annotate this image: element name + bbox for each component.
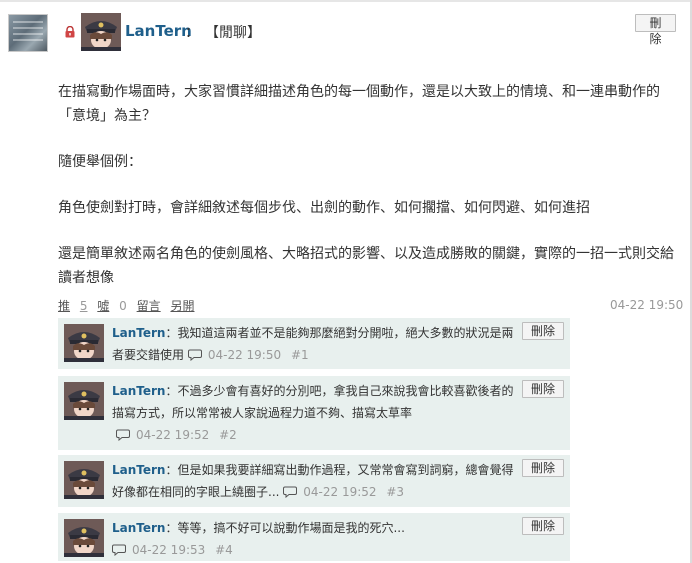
reply-content: ：等等，搞不好可以說動作場面是我的死穴...: [165, 521, 405, 535]
boo-count: 0: [119, 299, 127, 313]
reply-floor: #1: [290, 348, 309, 362]
reply-timestamp: 04-22 19:52: [136, 428, 210, 442]
comment-bubble-icon[interactable]: [283, 486, 298, 498]
avatar[interactable]: [64, 324, 104, 362]
delete-reply-button[interactable]: 刪除: [522, 322, 564, 340]
page-top-border: [0, 0, 692, 2]
reply-text: LanTern：但是如果我要詳細寫出動作過程，又常常會寫到詞窮，總會覺得好像都在…: [112, 459, 517, 503]
reply-item: LanTern：等等，搞不好可以說動作場面是我的死穴... 04-22 19:5…: [58, 513, 570, 561]
reply-author[interactable]: LanTern: [112, 384, 165, 398]
reply-content: ：我知道這兩者並不是能夠那麼絕對分開啦，絕大多數的狀況是兩者要交錯使用: [112, 326, 514, 362]
boo-button[interactable]: 噓: [97, 299, 109, 313]
post-paragraph: 在描寫動作場面時，大家習慣詳細描述角色的每一個動作，還是以大致上的情境、和一連串…: [58, 84, 660, 124]
reply-text: LanTern：不過多少會有喜好的分別吧，拿我自己來說我會比較喜歡後者的描寫方式…: [112, 380, 517, 446]
push-count[interactable]: 5: [80, 299, 88, 313]
reply-meta: 04-22 19:52 #3: [283, 485, 404, 499]
reply-item: LanTern：我知道這兩者並不是能夠那麼絕對分開啦，絕大多數的狀況是兩者要交錯…: [58, 318, 570, 369]
post-paragraph: 還是簡單敘述兩名角色的使劍風格、大略招式的影響、以及造成勝敗的關鍵，實際的一招一…: [58, 246, 674, 286]
reply-timestamp: 04-22 19:53: [132, 543, 206, 557]
delete-reply-button[interactable]: 刪除: [522, 380, 564, 398]
post-paragraph: 角色使劍對打時，會詳細敘述每個步伐、出劍的動作、如何擱擋、如何閃避、如何進招: [58, 200, 590, 216]
reply-meta: 04-22 19:52 #2: [116, 428, 237, 442]
reply-meta: 04-22 19:53 #4: [112, 543, 233, 557]
author-name[interactable]: LanTern: [125, 22, 192, 40]
reply-timestamp: 04-22 19:50: [207, 348, 282, 362]
lock-icon: [65, 26, 75, 38]
avatar[interactable]: [64, 461, 104, 499]
comment-bubble-icon[interactable]: [112, 544, 126, 556]
delete-reply-button[interactable]: 刪除: [522, 517, 564, 535]
post-actions: 推 5 噓 0 留言 另開: [58, 297, 200, 314]
reply-meta: 04-22 19:50 #1: [187, 348, 309, 362]
reply-author[interactable]: LanTern: [112, 521, 165, 535]
push-button[interactable]: 推: [58, 299, 70, 313]
reply-timestamp: 04-22 19:52: [303, 485, 377, 499]
post-body: 在描寫動作場面時，大家習慣詳細描述角色的每一個動作，還是以大致上的情境、和一連串…: [58, 80, 680, 290]
avatar[interactable]: [64, 519, 104, 557]
comment-bubble-icon[interactable]: [187, 349, 202, 361]
delete-post-button[interactable]: 刪除: [635, 14, 676, 46]
delete-reply-button[interactable]: 刪除: [522, 459, 564, 477]
reply-link[interactable]: 留言: [137, 299, 161, 313]
reply-author[interactable]: LanTern: [112, 463, 165, 477]
reply-author[interactable]: LanTern: [112, 326, 165, 340]
reply-floor: #2: [219, 428, 237, 442]
title-separator: ：: [185, 25, 199, 41]
post-paragraph: 隨便舉個例：: [58, 154, 142, 170]
post-timestamp: 04-22 19:50: [610, 298, 684, 312]
reply-text: LanTern：我知道這兩者並不是能夠那麼絕對分開啦，絕大多數的狀況是兩者要交錯…: [112, 322, 517, 366]
reply-text: LanTern：等等，搞不好可以說動作場面是我的死穴... 04-22 19:5…: [112, 517, 517, 561]
reply-item: LanTern：但是如果我要詳細寫出動作過程，又常常會寫到詞窮，總會覺得好像都在…: [58, 455, 570, 507]
reply-floor: #4: [215, 543, 233, 557]
post-title: 【閒聊】: [205, 25, 261, 41]
board-avatar[interactable]: [8, 14, 48, 52]
avatar[interactable]: [81, 13, 121, 51]
open-new-link[interactable]: 另開: [170, 299, 194, 313]
comment-bubble-icon[interactable]: [116, 429, 130, 441]
reply-content: ：不過多少會有喜好的分別吧，拿我自己來說我會比較喜歡後者的描寫方式，所以常常被人…: [112, 384, 514, 420]
reply-item: LanTern：不過多少會有喜好的分別吧，拿我自己來說我會比較喜歡後者的描寫方式…: [58, 376, 570, 450]
avatar[interactable]: [64, 382, 104, 420]
reply-floor: #3: [386, 485, 405, 499]
